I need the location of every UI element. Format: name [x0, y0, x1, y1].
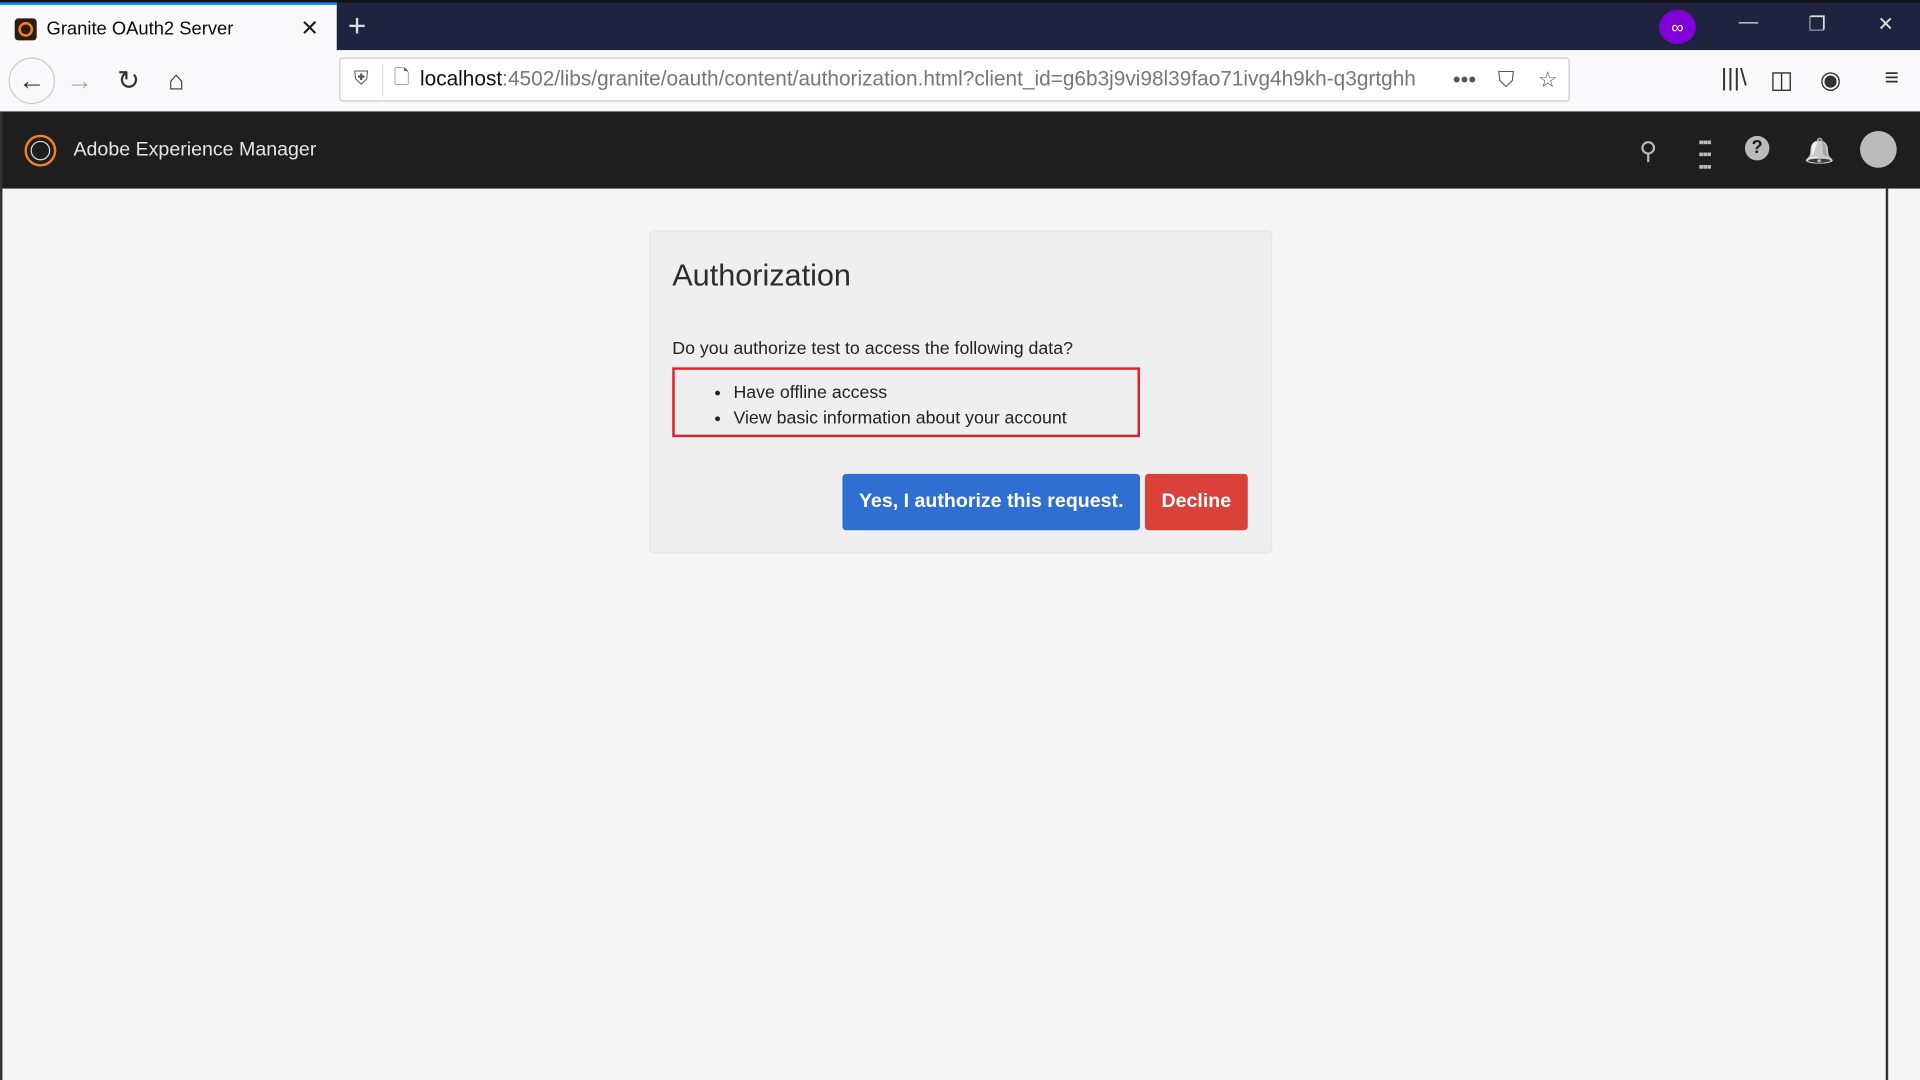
minimize-button[interactable]: — — [1724, 12, 1773, 34]
tracking-shield-icon[interactable]: ⛨ — [340, 69, 382, 91]
url-host: localhost — [420, 67, 503, 91]
right-border — [1885, 188, 1889, 1080]
url-path: :4502/libs/granite/oauth/content/authori… — [502, 67, 1416, 91]
help-icon[interactable]: ? — [1744, 135, 1770, 161]
left-border — [0, 111, 3, 1080]
aem-header: Adobe Experience Manager ⚲ ▪▪▪ ▪▪▪ ▪▪▪ ? 🔔 — [0, 111, 1920, 189]
url-text[interactable]: localhost:4502/libs/granite/oauth/conten… — [420, 67, 1444, 91]
sidebar-icon[interactable]: ◫ — [1763, 65, 1800, 96]
authorize-button[interactable]: Yes, I authorize this request. — [842, 473, 1141, 531]
url-bar[interactable]: ⛨ 🗋 localhost:4502/libs/granite/oauth/co… — [339, 57, 1570, 102]
aem-brand[interactable]: Adobe Experience Manager — [73, 139, 316, 161]
forward-button[interactable]: → — [59, 60, 101, 102]
tab-title: Granite OAuth2 Server — [46, 18, 234, 40]
account-icon[interactable]: ◉ — [1812, 65, 1849, 96]
new-tab-button[interactable]: + — [348, 7, 367, 44]
user-avatar[interactable] — [1860, 131, 1897, 168]
aem-favicon-icon — [14, 17, 37, 40]
apps-grid-icon[interactable]: ▪▪▪ ▪▪▪ ▪▪▪ — [1687, 135, 1721, 174]
restore-button[interactable]: ❐ — [1793, 12, 1842, 36]
scope-item: Have offline access — [733, 381, 1137, 407]
navigation-toolbar: ← → ↻ ⌂ ⛨ 🗋 localhost:4502/libs/granite/… — [0, 50, 1920, 112]
authorization-question: Do you authorize test to access the foll… — [672, 339, 1073, 359]
tab-close-icon[interactable]: ✕ — [295, 16, 324, 42]
reload-button[interactable]: ↻ — [108, 60, 150, 102]
authorization-card: Authorization Do you authorize test to a… — [648, 230, 1273, 554]
screen: Granite OAuth2 Server ✕ + ∞ — ❐ ✕ ← → ↻ … — [0, 0, 1920, 1080]
scope-list: Have offline access View basic informati… — [672, 367, 1141, 438]
tab-granite-oauth2[interactable]: Granite OAuth2 Server ✕ — [0, 2, 337, 53]
back-button[interactable]: ← — [8, 57, 56, 105]
private-browsing-mask-icon: ∞ — [1659, 9, 1696, 45]
aem-logo-icon — [24, 134, 57, 166]
menu-icon[interactable]: ≡ — [1873, 65, 1910, 93]
page-actions-icon[interactable]: ••• — [1444, 67, 1486, 93]
page-info-icon[interactable]: 🗋 — [382, 63, 420, 97]
close-window-button[interactable]: ✕ — [1861, 12, 1910, 36]
scope-item: View basic information about your accoun… — [733, 407, 1137, 433]
search-icon[interactable]: ⚲ — [1631, 136, 1665, 167]
page-title: Authorization — [672, 258, 851, 293]
library-icon[interactable]: |||\ — [1716, 65, 1753, 93]
notifications-bell-icon[interactable]: 🔔 — [1802, 136, 1836, 167]
pocket-icon[interactable]: ⛉ — [1485, 67, 1527, 93]
bookmark-star-icon[interactable]: ☆ — [1527, 67, 1569, 93]
tab-bar: Granite OAuth2 Server ✕ + ∞ — ❐ ✕ — [0, 0, 1920, 53]
decline-button[interactable]: Decline — [1144, 473, 1248, 531]
home-button[interactable]: ⌂ — [156, 60, 198, 102]
